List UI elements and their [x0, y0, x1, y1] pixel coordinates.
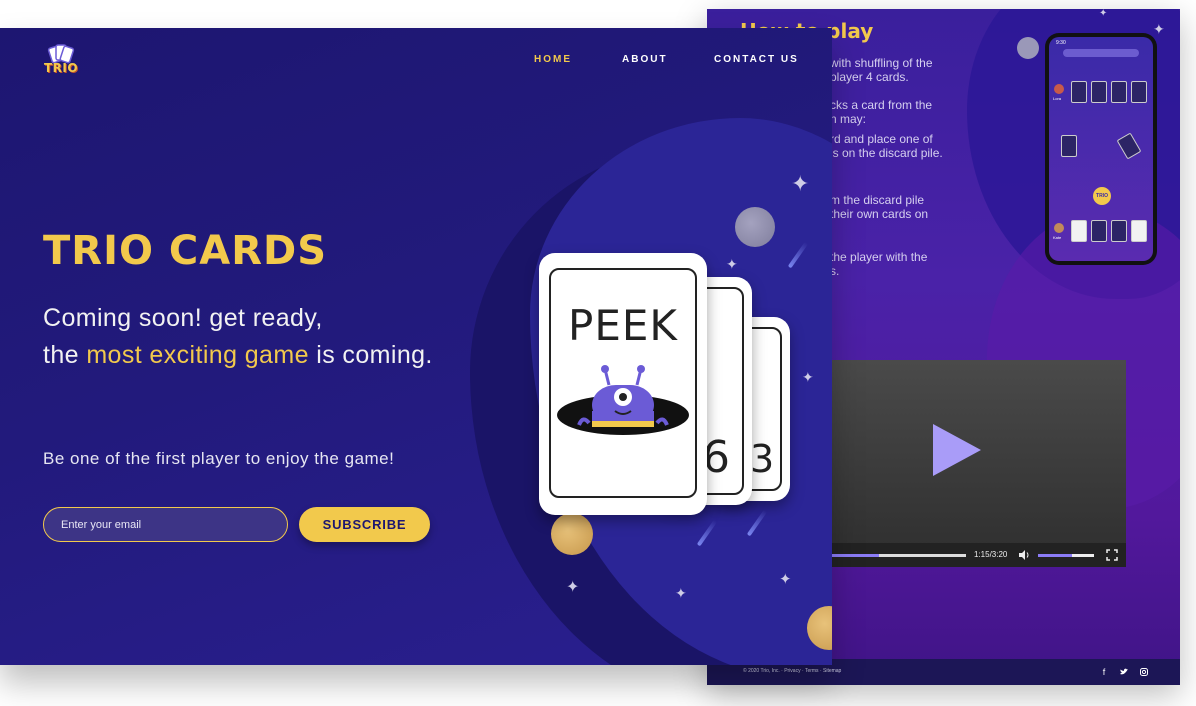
mini-card [1091, 220, 1107, 242]
peek-card-word: PEEK [568, 301, 678, 350]
howto-text: the player with the [830, 250, 928, 264]
player-name: Kate [1053, 235, 1062, 240]
video-progress-fill [828, 554, 880, 557]
mini-card [1131, 220, 1147, 242]
mini-card [1071, 220, 1087, 242]
star-icon: ✦ [1153, 22, 1165, 38]
mini-card [1116, 132, 1142, 160]
star-icon: ✦ [675, 586, 687, 602]
avatar [1054, 223, 1064, 233]
mini-card [1091, 81, 1107, 103]
peek-card: PEEK [539, 253, 707, 515]
phone-screen: 9:30 Lora TRIO Kate [1049, 37, 1153, 261]
gold-planet [551, 513, 593, 555]
star-icon: ✦ [726, 257, 738, 273]
howto-text: cks a card from the [830, 98, 933, 112]
mini-card [1131, 81, 1147, 103]
phone-mockup: 9:30 Lora TRIO Kate [1045, 33, 1157, 265]
hero-page: TRIO HOME ABOUT CONTACT US TRIO CARDS Co… [0, 28, 832, 665]
mini-card [1111, 81, 1127, 103]
howto-text: with shuffling of the [830, 56, 933, 70]
mini-card [1071, 81, 1087, 103]
twitter-icon[interactable] [1119, 667, 1129, 677]
star-icon: ✦ [1099, 9, 1108, 19]
fullscreen-icon[interactable] [1106, 549, 1118, 561]
alien-monster-icon [557, 365, 689, 435]
phone-status-time: 9:30 [1056, 40, 1066, 46]
howto-text: rd and place one of [830, 132, 933, 146]
howto-text: ls on the discard pile. [830, 146, 943, 160]
moon-planet [1017, 37, 1039, 59]
avatar [1054, 84, 1064, 94]
tagline-post: is coming. [308, 341, 433, 369]
play-icon[interactable] [927, 420, 987, 480]
nav-about[interactable]: ABOUT [622, 54, 668, 65]
player-name: Lora [1053, 96, 1062, 101]
facebook-icon[interactable]: f [1099, 667, 1109, 677]
footer-text[interactable]: © 2020 Trio, Inc. · Privacy · Terms · Si… [743, 668, 841, 674]
tagline-highlight: most exciting game [86, 341, 309, 369]
trio-logo[interactable]: TRIO [42, 44, 80, 78]
instagram-icon[interactable] [1139, 667, 1149, 677]
volume-icon[interactable] [1018, 549, 1030, 561]
hero-tagline: Coming soon! get ready, the most excitin… [43, 300, 433, 374]
logo-text: TRIO [43, 61, 79, 75]
howto-text: their own cards on [830, 207, 929, 221]
subscribe-button[interactable]: SUBSCRIBE [299, 507, 430, 542]
tagline-pre: the [43, 341, 87, 369]
nav-contact-us[interactable]: CONTACT US [714, 54, 799, 65]
star-icon: ✦ [802, 370, 814, 386]
howto-text: m the discard pile [830, 193, 925, 207]
volume-slider[interactable] [1038, 554, 1094, 557]
mini-card [1111, 220, 1127, 242]
howto-text: n may: [830, 112, 867, 126]
nav-home[interactable]: HOME [534, 54, 572, 65]
video-time: 1:15/3:20 [974, 550, 1008, 559]
tagline-line-1: Coming soon! get ready, [43, 304, 323, 332]
moon-planet [735, 207, 775, 247]
video-player[interactable]: 1:15/3:20 [828, 360, 1126, 567]
trio-chip: TRIO [1093, 187, 1111, 205]
star-icon: ✦ [566, 577, 580, 596]
star-icon: ✦ [779, 570, 792, 588]
screenshot-stage: ✦ ✦ How to play with shuffling of the pl… [0, 0, 1196, 706]
tagline-line-2: the most exciting game is coming. [43, 337, 433, 374]
phone-score-bar [1063, 49, 1139, 57]
video-controls: 1:15/3:20 [828, 543, 1126, 567]
video-progress-bar[interactable] [828, 554, 966, 557]
mini-card [1061, 135, 1077, 157]
star-icon: ✦ [791, 172, 810, 197]
hero-title: TRIO CARDS [43, 228, 328, 274]
volume-fill [1038, 554, 1072, 557]
card-number: 3 [750, 437, 775, 481]
hero-subtext: Be one of the first player to enjoy the … [43, 449, 395, 468]
howto-text: player 4 cards. [830, 70, 909, 84]
email-field[interactable] [43, 507, 288, 542]
